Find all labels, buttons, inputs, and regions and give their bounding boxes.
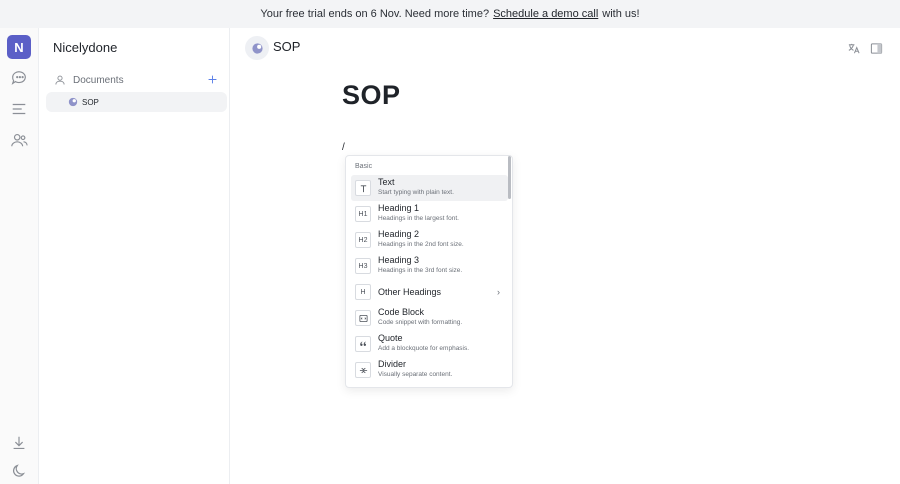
heading-3-icon: H3 (355, 258, 371, 274)
schedule-demo-link[interactable]: Schedule a demo call (493, 8, 598, 20)
menu-item-title: Quote (378, 333, 403, 343)
sidebar-item-documents[interactable]: Documents (45, 70, 223, 90)
translate-icon[interactable] (846, 41, 860, 55)
document-title[interactable]: SOP (342, 80, 401, 111)
trial-banner: Your free trial ends on 6 Nov. Need more… (0, 0, 900, 28)
menu-section-label: Basic (355, 163, 373, 170)
menu-item-text[interactable]: Text Start typing with plain text. (351, 175, 508, 201)
menu-item-divider[interactable]: Divider Visually separate content. (351, 357, 508, 383)
menu-item-desc: Add a blockquote for emphasis. (378, 345, 470, 352)
add-document-icon[interactable] (205, 72, 219, 86)
sidebar-item-sop[interactable]: SOP (46, 92, 227, 112)
sidebar-toggle-icon[interactable] (869, 41, 883, 55)
download-icon[interactable] (10, 434, 28, 452)
menu-item-code-block[interactable]: Code Block Code snippet with formatting. (351, 305, 508, 331)
menu-item-heading-2[interactable]: H2 Heading 2 Headings in the 2nd font si… (351, 227, 508, 253)
menu-item-desc: Start typing with plain text. (378, 189, 454, 196)
divider-icon (355, 362, 371, 378)
menu-scrollbar[interactable] (508, 156, 511, 199)
documents-label: Documents (73, 74, 124, 86)
menu-item-title: Divider (378, 359, 407, 369)
page-icon[interactable] (245, 36, 269, 60)
menu-item-heading-3[interactable]: H3 Heading 3 Headings in the 3rd font si… (351, 253, 508, 279)
menu-item-title: Heading 3 (378, 255, 420, 265)
text-icon (355, 180, 371, 196)
menu-item-desc: Headings in the 2nd font size. (378, 241, 464, 248)
editor-slash-input[interactable]: / (342, 142, 345, 153)
menu-lines-icon[interactable] (10, 100, 28, 118)
moon-icon[interactable] (10, 462, 28, 480)
banner-text: Your free trial ends on 6 Nov. Need more… (260, 8, 490, 20)
menu-item-title: Code Block (378, 307, 425, 317)
menu-item-desc: Headings in the 3rd font size. (378, 267, 463, 274)
menu-item-quote[interactable]: Quote Add a blockquote for emphasis. (351, 331, 508, 357)
banner-text-end: with us! (602, 8, 640, 20)
sidebar-item-label: SOP (82, 97, 99, 107)
menu-item-heading-1[interactable]: H1 Heading 1 Headings in the largest fon… (351, 201, 508, 227)
menu-item-title: Heading 2 (378, 229, 420, 239)
chat-icon[interactable] (10, 69, 28, 87)
heading-icon: H (355, 284, 371, 300)
menu-item-title: Heading 1 (378, 203, 420, 213)
doc-blob-icon (68, 97, 78, 107)
heading-2-icon: H2 (355, 232, 371, 248)
sidebar: Nicelydone Documents SOP (39, 28, 230, 484)
app-rail: N (0, 28, 39, 484)
code-icon (355, 310, 371, 326)
page-header-title: SOP (273, 39, 301, 54)
menu-item-desc: Code snippet with formatting. (378, 319, 463, 326)
menu-item-desc: Visually separate content. (378, 371, 453, 378)
slash-command-menu: Basic Text Start typing with plain text.… (345, 155, 513, 388)
chevron-right-icon: › (497, 287, 500, 297)
menu-item-title: Text (378, 177, 395, 187)
menu-item-desc: Headings in the largest font. (378, 215, 459, 222)
user-icon (53, 73, 67, 87)
heading-1-icon: H1 (355, 206, 371, 222)
workspace-logo[interactable]: N (7, 35, 31, 59)
menu-item-other-headings[interactable]: H Other Headings › (351, 279, 508, 305)
people-icon[interactable] (10, 131, 28, 149)
menu-item-title: Other Headings (378, 287, 442, 297)
quote-icon (355, 336, 371, 352)
workspace-name[interactable]: Nicelydone (53, 40, 117, 55)
